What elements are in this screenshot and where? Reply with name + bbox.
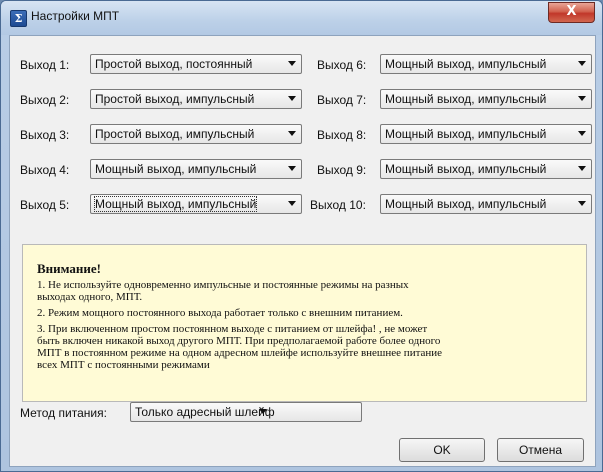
output-label: Выход 6: <box>317 58 367 72</box>
power-method-value: Только адресный шлейф <box>135 405 275 419</box>
output-select-6[interactable]: Мощный выход, импульсный <box>380 54 592 74</box>
warning-line: 1. Не используйте одновременно импульсны… <box>37 279 409 291</box>
chevron-down-icon <box>578 166 586 171</box>
chevron-down-icon <box>288 166 296 171</box>
output-select-8[interactable]: Мощный выход, импульсный <box>380 124 592 144</box>
output-select-7[interactable]: Мощный выход, импульсный <box>380 89 592 109</box>
cancel-button[interactable]: Отмена <box>497 438 584 462</box>
output-select-3[interactable]: Простой выход, импульсный <box>90 124 302 144</box>
window-title: Настройки МПТ <box>31 9 120 23</box>
output-row-5: Выход 5: Мощный выход, импульсный <box>10 194 310 216</box>
chevron-down-icon <box>578 131 586 136</box>
warning-line: 3. При включенном простом постоянном вых… <box>37 323 428 335</box>
chevron-down-icon <box>288 61 296 66</box>
output-select-value: Простой выход, постоянный <box>95 57 253 71</box>
chevron-down-icon <box>578 96 586 101</box>
output-select-value: Мощный выход, импульсный <box>385 92 547 106</box>
dialog-body: Выход 1: Простой выход, постоянный Выход… <box>9 35 596 467</box>
output-select-9[interactable]: Мощный выход, импульсный <box>380 159 592 179</box>
output-row-3: Выход 3: Простой выход, импульсный <box>10 124 310 146</box>
title-bar[interactable]: Σ Настройки МПТ X <box>1 1 602 35</box>
output-label: Выход 7: <box>317 93 367 107</box>
chevron-down-icon <box>288 96 296 101</box>
output-row-8: Выход 8: Мощный выход, импульсный <box>310 124 595 146</box>
warning-line: быть включен никакой выход другого МПТ. … <box>37 335 441 347</box>
output-label: Выход 5: <box>20 198 70 212</box>
output-row-4: Выход 4: Мощный выход, импульсный <box>10 159 310 181</box>
close-button[interactable]: X <box>548 2 595 23</box>
warning-panel: Внимание! 1. Не используйте одновременно… <box>22 244 587 402</box>
output-label: Выход 9: <box>317 163 367 177</box>
output-label: Выход 10: <box>310 198 366 212</box>
app-sigma-icon: Σ <box>10 10 27 27</box>
output-label: Выход 4: <box>20 163 70 177</box>
output-label: Выход 8: <box>317 128 367 142</box>
output-select-1[interactable]: Простой выход, постоянный <box>90 54 302 74</box>
power-label: Метод питания: <box>20 406 107 420</box>
output-select-value: Мощный выход, импульсный <box>93 196 258 212</box>
output-select-2[interactable]: Простой выход, импульсный <box>90 89 302 109</box>
output-select-4[interactable]: Мощный выход, импульсный <box>90 159 302 179</box>
warning-line: всех МПТ с постоянными режимами <box>37 359 210 371</box>
settings-dialog: Σ Настройки МПТ X Выход 1: Простой выход… <box>0 0 603 472</box>
power-row: Метод питания: Только адресный шлейф <box>10 402 410 424</box>
output-label: Выход 3: <box>20 128 70 142</box>
output-select-value: Мощный выход, импульсный <box>385 197 547 211</box>
warning-line: МПТ в постоянном режиме на одном адресно… <box>37 347 443 359</box>
output-row-6: Выход 6: Мощный выход, импульсный <box>310 54 595 76</box>
chevron-down-icon <box>578 201 586 206</box>
chevron-down-icon <box>259 409 267 414</box>
output-row-9: Выход 9: Мощный выход, импульсный <box>310 159 595 181</box>
warning-line: 2. Режим мощного постоянного выхода рабо… <box>37 307 403 319</box>
output-select-10[interactable]: Мощный выход, импульсный <box>380 194 592 214</box>
ok-button[interactable]: OK <box>399 438 485 462</box>
output-label: Выход 2: <box>20 93 70 107</box>
output-select-value: Мощный выход, импульсный <box>385 162 547 176</box>
output-select-value: Мощный выход, импульсный <box>95 162 257 176</box>
output-select-value: Простой выход, импульсный <box>95 127 255 141</box>
chevron-down-icon <box>578 61 586 66</box>
output-select-value: Простой выход, импульсный <box>95 92 255 106</box>
chevron-down-icon <box>288 201 296 206</box>
output-select-5[interactable]: Мощный выход, импульсный <box>90 194 302 214</box>
output-label: Выход 1: <box>20 58 70 72</box>
output-select-value: Мощный выход, импульсный <box>385 127 547 141</box>
output-select-value: Мощный выход, импульсный <box>385 57 547 71</box>
output-row-2: Выход 2: Простой выход, импульсный <box>10 89 310 111</box>
output-row-10: Выход 10: Мощный выход, импульсный <box>306 194 595 216</box>
chevron-down-icon <box>288 131 296 136</box>
power-method-select[interactable]: Только адресный шлейф <box>130 402 362 422</box>
warning-title: Внимание! <box>37 261 101 276</box>
warning-line: выходах одного, МПТ. <box>37 291 143 303</box>
output-row-7: Выход 7: Мощный выход, импульсный <box>310 89 595 111</box>
output-row-1: Выход 1: Простой выход, постоянный <box>10 54 310 76</box>
